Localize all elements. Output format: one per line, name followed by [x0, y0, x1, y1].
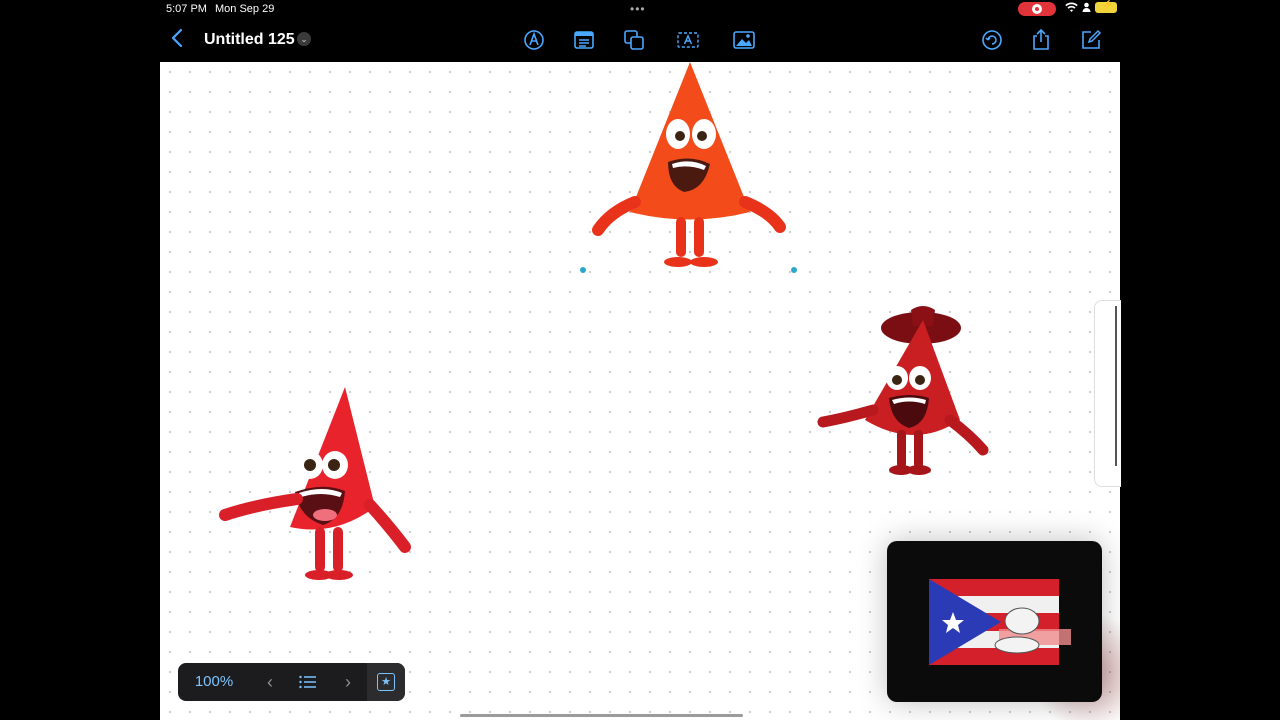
- picture-in-picture-video[interactable]: [887, 541, 1102, 702]
- selection-handle[interactable]: [580, 267, 586, 273]
- star-icon: ★: [377, 673, 395, 691]
- red-triangle-character-sticker[interactable]: [580, 62, 800, 272]
- share-icon[interactable]: [1029, 28, 1053, 52]
- undo-icon[interactable]: [980, 28, 1004, 52]
- bottom-navigation-bar: 100% ‹ › ★: [178, 663, 405, 701]
- list-icon[interactable]: [288, 663, 328, 701]
- status-bar: 5:07 PM Mon Sep 29 •••: [160, 0, 1120, 18]
- next-chevron-icon[interactable]: ›: [328, 663, 368, 701]
- status-date: Mon Sep 29: [215, 3, 275, 15]
- home-indicator[interactable]: [460, 714, 743, 717]
- multitasking-dots[interactable]: •••: [630, 2, 646, 16]
- side-drawer-handle[interactable]: [1094, 300, 1121, 487]
- chevron-down-icon[interactable]: ⌄: [297, 32, 311, 46]
- screen-recording-indicator[interactable]: [1018, 2, 1056, 16]
- previous-chevron-icon[interactable]: ‹: [250, 663, 290, 701]
- top-toolbar: Untitled 125 ⌄: [160, 18, 1120, 62]
- favorite-scene-button[interactable]: ★: [367, 663, 405, 701]
- shapes-icon[interactable]: [622, 28, 646, 52]
- person-icon: [1082, 2, 1091, 12]
- red-triangle-character-sticker[interactable]: [215, 387, 415, 582]
- compose-icon[interactable]: [1079, 28, 1103, 52]
- status-time: 5:07 PM: [166, 3, 207, 15]
- wifi-icon: [1065, 2, 1078, 13]
- selection-handle[interactable]: [791, 267, 797, 273]
- red-triangle-character-with-hat-sticker[interactable]: [815, 300, 995, 480]
- back-chevron-icon[interactable]: [170, 28, 184, 52]
- document-title[interactable]: Untitled 125: [204, 31, 295, 49]
- media-icon[interactable]: [732, 28, 756, 52]
- text-box-icon[interactable]: [572, 28, 596, 52]
- battery-charging-icon: [1095, 0, 1117, 13]
- pen-tool-icon[interactable]: [522, 28, 546, 52]
- system-icons: [1065, 0, 1117, 13]
- zoom-level-button[interactable]: 100%: [178, 663, 250, 701]
- text-frame-icon[interactable]: [676, 28, 700, 52]
- puerto-rico-flag-image: [929, 579, 1071, 665]
